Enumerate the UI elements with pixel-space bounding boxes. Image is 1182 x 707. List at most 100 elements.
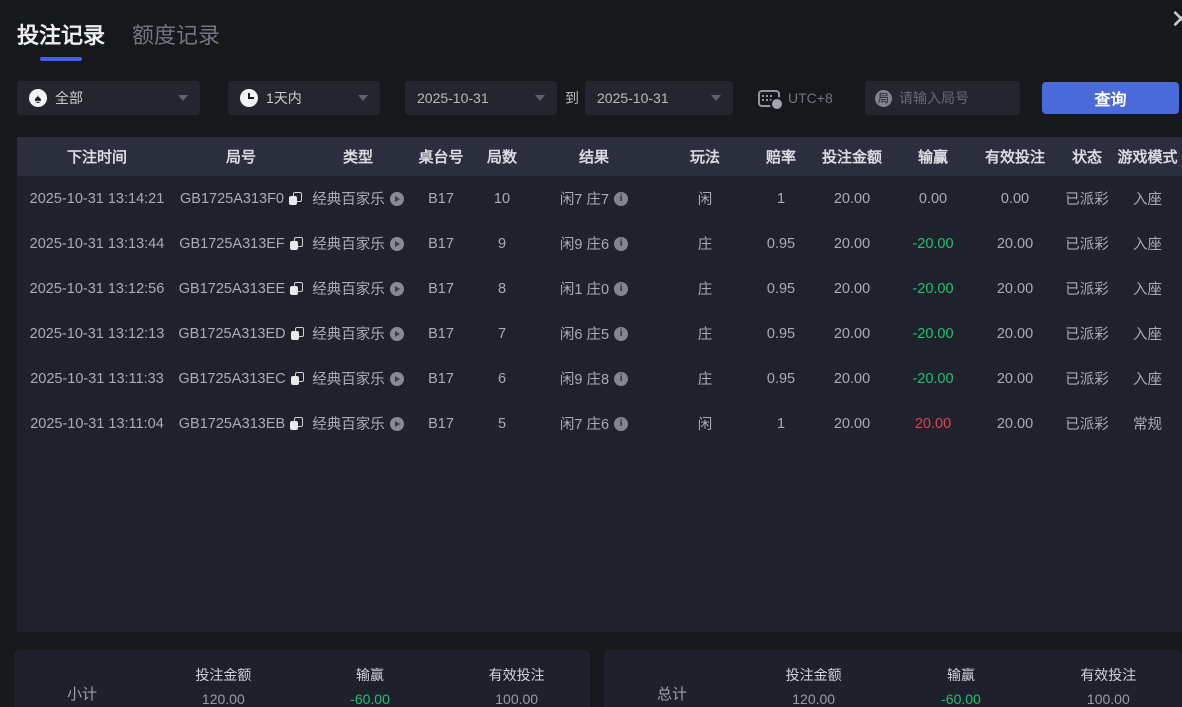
video-replay-icon[interactable] xyxy=(389,416,404,431)
round-id-text: GB1725A313EB xyxy=(178,415,286,432)
info-icon[interactable]: i xyxy=(614,281,629,296)
copy-icon[interactable] xyxy=(289,192,302,205)
cell-win-loss: 20.00 xyxy=(914,415,952,432)
cell-round-no: 5 xyxy=(497,415,507,432)
time-range-select[interactable]: 1天内 xyxy=(228,81,380,115)
cell-game-mode: 常规 xyxy=(1133,417,1162,433)
col-header-bet-time: 下注时间 xyxy=(66,149,127,166)
video-replay-icon[interactable] xyxy=(389,281,404,296)
cell-bet-amount: 20.00 xyxy=(833,190,871,207)
video-replay-icon[interactable] xyxy=(389,326,404,341)
game-type-text: 经典百家乐 xyxy=(312,237,385,253)
cell-round-no: 8 xyxy=(497,280,507,297)
cell-valid-bet: 20.00 xyxy=(996,325,1034,342)
cell-bet-amount: 20.00 xyxy=(833,235,871,252)
cell-valid-bet: 20.00 xyxy=(996,415,1034,432)
cell-result: 闲7 庄6 i xyxy=(533,413,655,434)
game-type-text: 经典百家乐 xyxy=(312,327,385,343)
cell-round-id: GB1725A313EE xyxy=(177,281,305,297)
cell-play: 庄 xyxy=(697,282,713,298)
cell-round-no: 6 xyxy=(497,370,507,387)
table-header: 下注时间 局号 类型 桌台号 局数 结果 玩法 赔率 投注金额 输赢 有效投注 … xyxy=(17,137,1182,176)
subtotal-panel: 小计 投注金额 120.00 输赢 -60.00 有效投注 100.00 xyxy=(14,650,590,707)
subtotal-bet-amount: 投注金额 120.00 xyxy=(150,665,297,707)
total-win-loss: 输赢 -60.00 xyxy=(887,665,1034,707)
cell-round-id: GB1725A313EF xyxy=(177,236,305,252)
calendar-clock-icon xyxy=(758,89,784,111)
video-replay-icon[interactable] xyxy=(389,191,404,206)
total-valid-bet-label: 有效投注 xyxy=(1080,667,1137,683)
cell-odds: 0.95 xyxy=(766,325,796,342)
total-bet-amount-value: 120.00 xyxy=(792,691,836,707)
date-to-picker[interactable]: 2025-10-31 xyxy=(585,81,733,115)
subtotal-bet-amount-value: 120.00 xyxy=(201,691,245,707)
result-text: 闲9 庄8 xyxy=(559,372,610,388)
total-win-loss-label: 输赢 xyxy=(946,667,975,683)
total-label: 总计 xyxy=(656,686,687,703)
cell-win-loss: -20.00 xyxy=(912,280,954,297)
cell-bet-amount: 20.00 xyxy=(833,325,871,342)
tab-betting-records[interactable]: 投注记录 xyxy=(17,18,105,61)
chevron-down-icon xyxy=(711,95,721,101)
cell-result: 闲1 庄0 i xyxy=(533,278,655,299)
cell-play: 闲 xyxy=(697,192,713,208)
game-type-text: 经典百家乐 xyxy=(312,282,385,298)
cell-odds: 1 xyxy=(776,415,786,432)
cell-result: 闲9 庄8 i xyxy=(533,368,655,389)
cell-status: 已派彩 xyxy=(1065,237,1109,253)
info-icon[interactable]: i xyxy=(614,191,629,206)
col-header-round-no: 局数 xyxy=(486,149,517,166)
copy-icon[interactable] xyxy=(290,417,304,430)
cell-status: 已派彩 xyxy=(1065,192,1109,208)
cell-game-mode: 入座 xyxy=(1133,372,1162,388)
cell-bet-time: 2025-10-31 13:12:13 xyxy=(29,325,165,342)
subtotal-win-loss-label: 输赢 xyxy=(356,667,384,683)
cell-win-loss: -20.00 xyxy=(912,325,954,342)
cell-game-type: 经典百家乐 xyxy=(305,278,411,299)
cell-round-no: 9 xyxy=(497,235,507,252)
copy-icon[interactable] xyxy=(289,237,303,250)
cell-game-mode: 入座 xyxy=(1133,327,1162,343)
round-id-input[interactable] xyxy=(899,90,1009,106)
cell-win-loss: -20.00 xyxy=(912,235,954,252)
info-icon[interactable]: i xyxy=(614,416,629,431)
cell-bet-amount: 20.00 xyxy=(833,280,871,297)
copy-icon[interactable] xyxy=(290,372,304,385)
cell-game-type: 经典百家乐 xyxy=(305,188,411,209)
table-row: 2025-10-31 13:11:04 GB1725A313EB 经典百家乐 B… xyxy=(17,401,1182,446)
cell-status: 已派彩 xyxy=(1065,372,1109,388)
cell-play: 庄 xyxy=(697,372,713,388)
betting-records-dialog: 投注记录 额度记录 ✕ ♠ 全部 1天内 2025-10-31 到 2025-1… xyxy=(0,0,1182,707)
subtotal-valid-bet: 有效投注 100.00 xyxy=(443,665,590,707)
info-icon[interactable]: i xyxy=(614,326,629,341)
cell-game-mode: 入座 xyxy=(1133,282,1162,298)
timezone-indicator: UTC+8 xyxy=(758,81,833,115)
tab-quota-records[interactable]: 额度记录 xyxy=(132,18,220,50)
game-type-value: 全部 xyxy=(55,90,83,106)
info-icon[interactable]: i xyxy=(614,236,629,251)
video-replay-icon[interactable] xyxy=(389,236,404,251)
col-header-win-loss: 输赢 xyxy=(917,149,948,166)
cell-odds: 1 xyxy=(776,190,786,207)
video-replay-icon[interactable] xyxy=(389,371,404,386)
table-row: 2025-10-31 13:14:21 GB1725A313F0 经典百家乐 B… xyxy=(17,176,1182,221)
col-header-status: 状态 xyxy=(1071,149,1102,166)
query-button[interactable]: 查询 xyxy=(1042,82,1179,114)
total-win-loss-value: -60.00 xyxy=(941,691,981,707)
info-icon[interactable]: i xyxy=(614,371,629,386)
close-icon[interactable]: ✕ xyxy=(1170,6,1182,32)
round-id-search[interactable]: 局 xyxy=(865,81,1020,115)
cell-valid-bet: 20.00 xyxy=(996,235,1034,252)
spade-icon: ♠ xyxy=(29,89,47,107)
table-row: 2025-10-31 13:13:44 GB1725A313EF 经典百家乐 B… xyxy=(17,221,1182,266)
copy-icon[interactable] xyxy=(290,282,304,295)
col-header-round-id: 局号 xyxy=(225,149,256,166)
subtotal-label: 小计 xyxy=(66,686,97,703)
tabs-bar: 投注记录 额度记录 xyxy=(17,18,220,61)
game-type-select[interactable]: ♠ 全部 xyxy=(17,81,200,115)
table-row: 2025-10-31 13:11:33 GB1725A313EC 经典百家乐 B… xyxy=(17,356,1182,401)
copy-icon[interactable] xyxy=(290,327,304,340)
date-from-picker[interactable]: 2025-10-31 xyxy=(405,81,557,115)
subtotal-valid-bet-value: 100.00 xyxy=(495,691,539,707)
cell-valid-bet: 0.00 xyxy=(1000,190,1030,207)
